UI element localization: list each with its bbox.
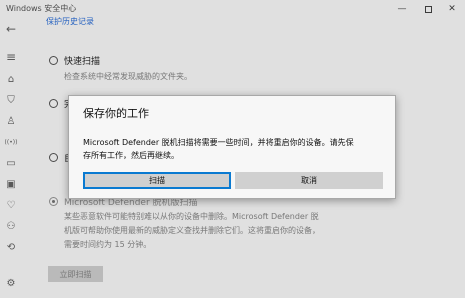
- dialog-message: Microsoft Defender 脱机扫描将需要一些时间，并将重启你的设备。…: [83, 136, 388, 162]
- dialog-message-line: Microsoft Defender 脱机扫描将需要一些时间，并将重启你的设备。…: [83, 138, 354, 147]
- dialog-message-line: 存所有工作，然后再继续。: [83, 151, 179, 160]
- scan-button[interactable]: 扫描: [83, 172, 231, 189]
- windows-security-window: Windows 安全中心 — ✕ ← ≡ ⌂ ⛉ ♙ ((•)) ▭ ▣ ♡ ⚇…: [0, 0, 465, 298]
- dialog-title: 保存你的工作: [83, 107, 149, 120]
- save-work-dialog: 保存你的工作 Microsoft Defender 脱机扫描将需要一些时间，并将…: [68, 95, 396, 199]
- cancel-button[interactable]: 取消: [235, 172, 383, 189]
